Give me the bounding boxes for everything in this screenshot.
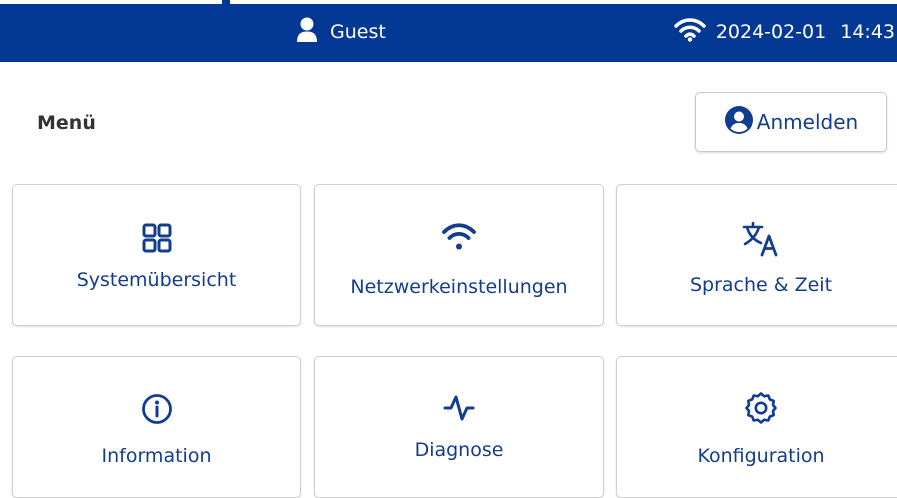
status-area: 2024-02-01 14:43 <box>674 17 895 47</box>
time-text: 14:43 <box>840 21 895 43</box>
info-icon <box>13 393 300 425</box>
top-bar: Guest 2024-02-01 14:43 <box>0 0 897 62</box>
tile-label: Netzwerkeinstellungen <box>350 276 568 298</box>
tile-label: Information <box>101 445 212 467</box>
gear-icon <box>617 391 897 425</box>
grid-icon <box>13 223 300 253</box>
wifi-icon <box>674 17 716 47</box>
login-button[interactable]: Anmelden <box>695 92 887 152</box>
account-circle-icon <box>724 105 757 140</box>
tile-information[interactable]: Information <box>12 356 301 498</box>
tile-system-overview[interactable]: Systemübersicht <box>12 184 301 326</box>
tile-label: Diagnose <box>414 439 504 461</box>
tile-language-time[interactable]: Sprache & Zeit <box>616 184 897 326</box>
login-button-label: Anmelden <box>756 110 859 134</box>
user-name: Guest <box>330 21 386 43</box>
tile-label: Sprache & Zeit <box>689 274 833 296</box>
tile-label: Systemübersicht <box>76 269 237 291</box>
user-icon <box>296 17 330 48</box>
translate-icon <box>617 221 897 257</box>
pulse-icon <box>315 393 603 423</box>
user-indicator[interactable]: Guest <box>296 17 386 47</box>
tile-network-settings[interactable]: Netzwerkeinstellungen <box>314 184 604 326</box>
tile-configuration[interactable]: Konfiguration <box>616 356 897 498</box>
date-text: 2024-02-01 <box>715 21 827 43</box>
tile-label: Konfiguration <box>697 445 825 467</box>
tile-diagnose[interactable]: Diagnose <box>314 356 604 498</box>
page-title: Menü <box>37 112 96 134</box>
header-edge <box>0 0 222 4</box>
wifi-icon <box>315 223 603 251</box>
